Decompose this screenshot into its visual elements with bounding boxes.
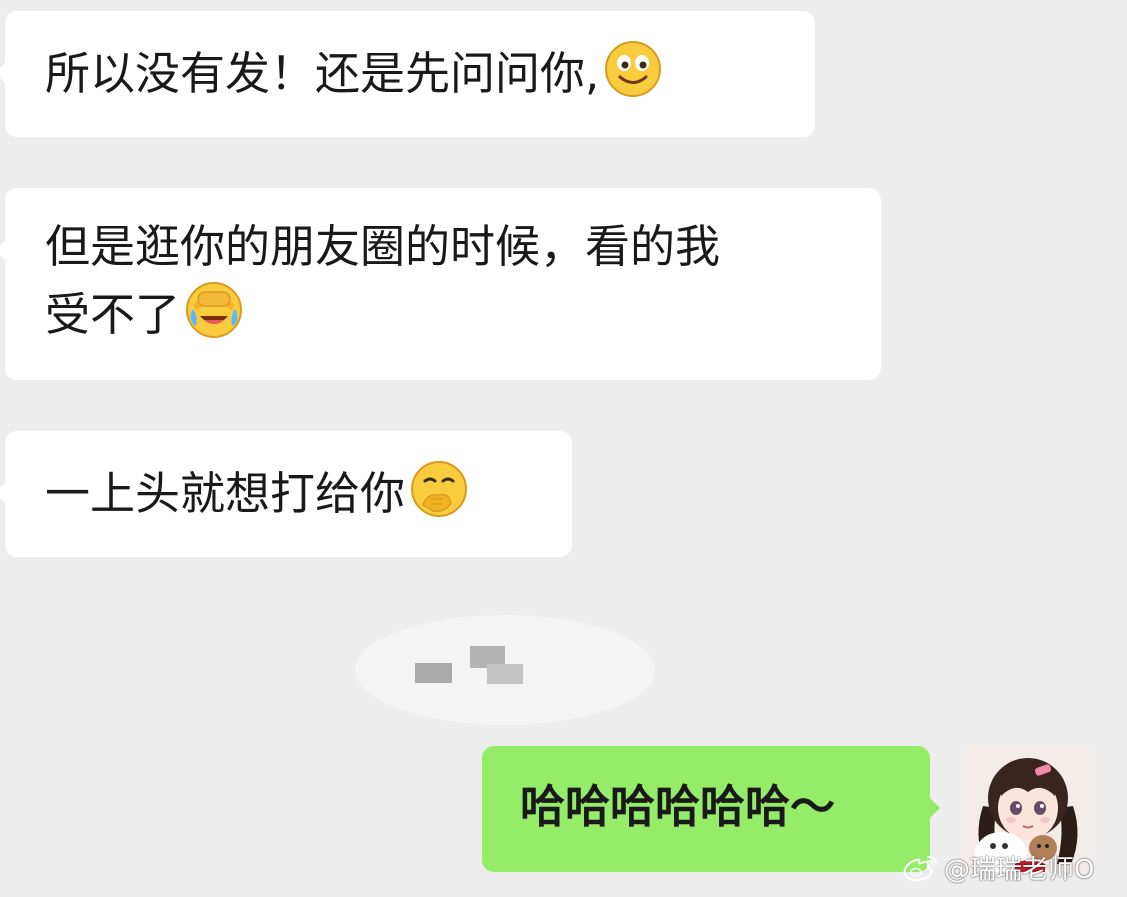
- smile-emoji-icon: [603, 39, 663, 99]
- message-text-line-2: 受不了: [45, 288, 181, 341]
- redacted-pixel-block: [487, 664, 523, 684]
- message-bubble-incoming[interactable]: 一上头就想打给你: [0, 431, 572, 557]
- weibo-logo-icon: [902, 853, 940, 883]
- facepalm-crying-emoji-icon: [184, 280, 244, 340]
- redacted-pixel-block: [415, 663, 452, 683]
- watermark-text: @瑞瑞老师O: [944, 855, 1095, 885]
- bubble-tail: [0, 63, 5, 83]
- shy-giggle-emoji-icon: [409, 459, 469, 519]
- message-text-line-1: 但是逛你的朋友圈的时候，看的我: [45, 220, 721, 273]
- bubble-tail: [930, 798, 940, 818]
- weibo-watermark: @瑞瑞老师O: [902, 852, 1094, 888]
- message-text: 所以没有发！还是先问问你,: [45, 47, 600, 100]
- message-bubble-incoming[interactable]: 但是逛你的朋友圈的时候，看的我 受不了: [0, 188, 881, 380]
- message-bubble-incoming[interactable]: 所以没有发！还是先问问你,: [0, 11, 815, 137]
- message-text: 哈哈哈哈哈哈～: [520, 780, 836, 833]
- message-bubble-outgoing[interactable]: 哈哈哈哈哈哈～: [482, 746, 940, 872]
- bubble-tail: [0, 240, 5, 260]
- message-text: 一上头就想打给你: [45, 467, 406, 520]
- bubble-tail: [0, 483, 5, 503]
